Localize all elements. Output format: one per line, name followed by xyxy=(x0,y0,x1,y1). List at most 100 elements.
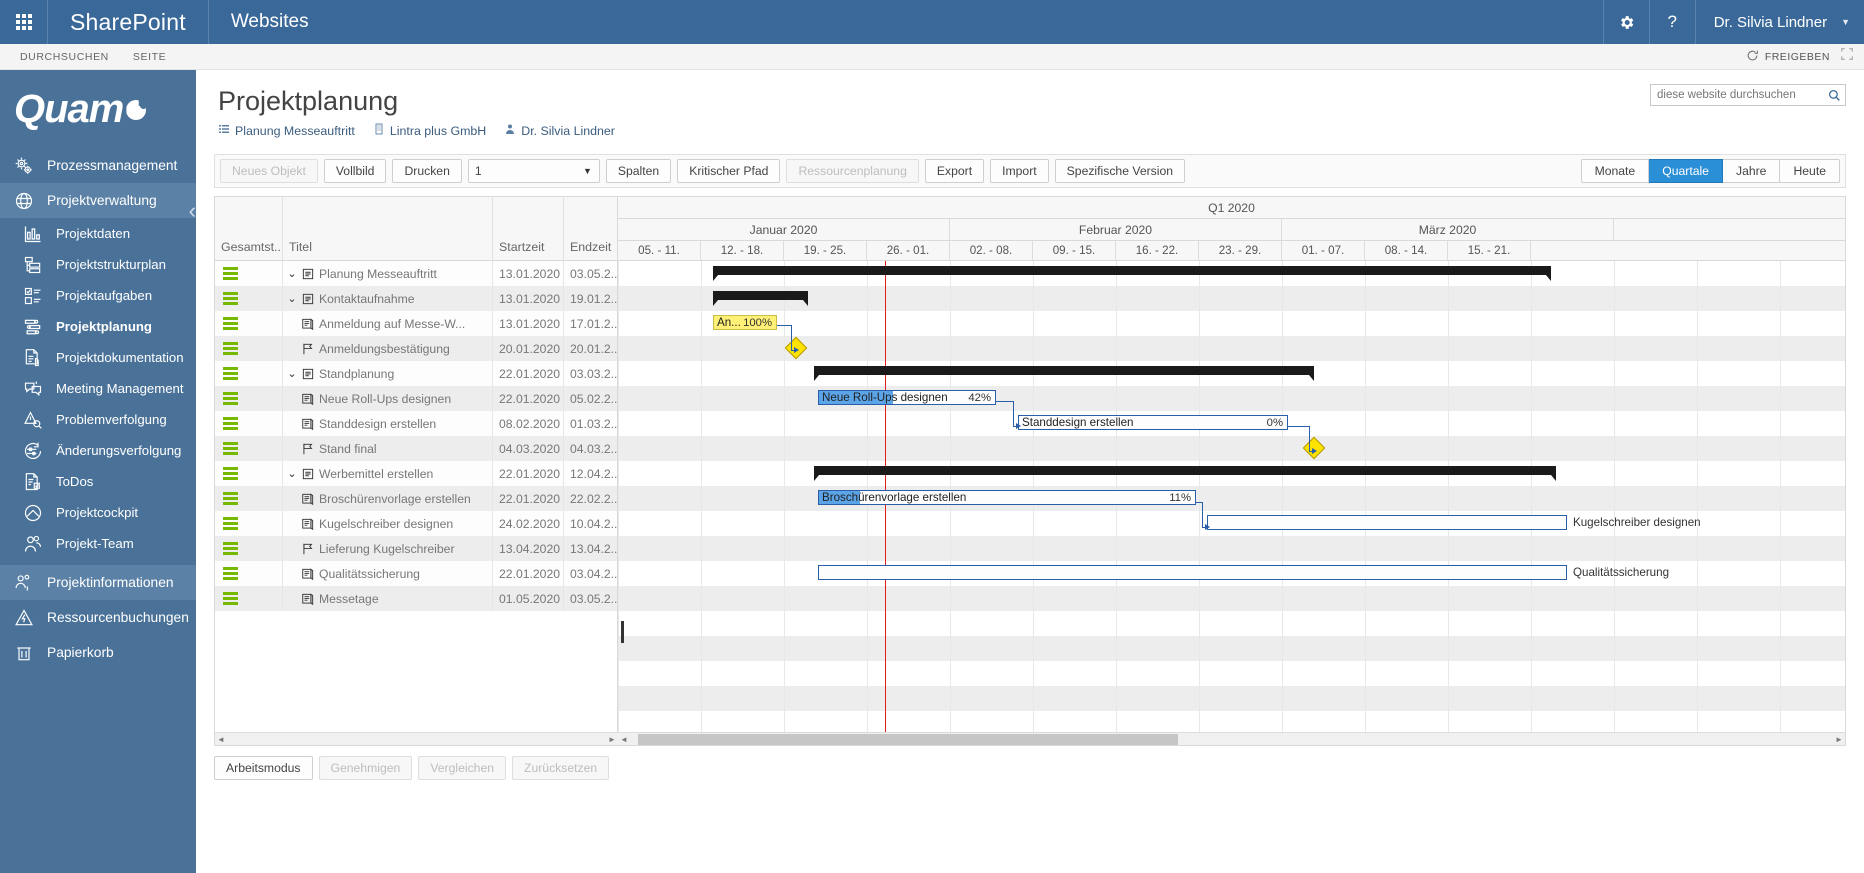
breadcrumb-item-company[interactable]: Lintra plus GmbH xyxy=(373,123,486,138)
resource-planning-button[interactable]: Ressourcenplanung xyxy=(786,159,918,183)
table-row[interactable]: ⌄Planung Messeauftritt13.01.202003.05.2.… xyxy=(215,261,617,286)
app-launcher-icon[interactable] xyxy=(0,0,48,44)
approve-button[interactable]: Genehmigen xyxy=(319,756,413,780)
help-icon[interactable]: ? xyxy=(1649,0,1695,44)
gantt-summary-bar[interactable] xyxy=(713,266,1551,275)
table-row[interactable]: ⌄Broschürenvorlage erstellen22.01.202022… xyxy=(215,486,617,511)
print-button[interactable]: Drucken xyxy=(392,159,461,183)
row-title-cell[interactable]: ⌄Kontaktaufnahme xyxy=(283,286,493,311)
sidebar-item-prozessmanagement[interactable]: Prozessmanagement xyxy=(0,148,196,183)
chevron-down-icon[interactable]: ⌄ xyxy=(287,367,297,380)
scroll-right-icon[interactable]: ► xyxy=(606,735,618,744)
export-button[interactable]: Export xyxy=(925,159,984,183)
scroll-left-icon[interactable]: ◄ xyxy=(618,735,630,744)
ribbon-tab-page[interactable]: SEITE xyxy=(121,51,178,63)
sidebar-item-problemverfolgung[interactable]: Problemverfolgung xyxy=(0,404,196,435)
sidebar-item-papierkorb[interactable]: Papierkorb xyxy=(0,635,196,670)
row-title-cell[interactable]: ⌄Broschürenvorlage erstellen xyxy=(283,486,493,511)
row-title-cell[interactable]: ⌄Werbemittel erstellen xyxy=(283,461,493,486)
column-header-start[interactable]: Startzeit xyxy=(493,197,564,260)
sidebar-item-nderungsverfolgung[interactable]: Änderungsverfolgung xyxy=(0,435,196,466)
table-row[interactable]: ⌄Standdesign erstellen08.02.202001.03.2.… xyxy=(215,411,617,436)
chart-scroll-thumb[interactable] xyxy=(638,734,1178,745)
version-select[interactable]: 1 ▼ xyxy=(468,159,600,183)
gantt-task-bar[interactable]: Neue Roll-Ups designen42% xyxy=(818,390,996,405)
table-row[interactable]: ⌄Kugelschreiber designen24.02.202010.04.… xyxy=(215,511,617,536)
scale-today-button[interactable]: Heute xyxy=(1780,159,1840,183)
gantt-summary-bar[interactable] xyxy=(713,291,808,300)
chevron-down-icon[interactable]: ⌄ xyxy=(287,292,297,305)
gantt-summary-bar[interactable] xyxy=(814,466,1556,475)
sidebar-item-projektverwaltung[interactable]: Projektverwaltung xyxy=(0,183,196,218)
sidebar-item-ressourcenbuchungen[interactable]: Ressourcenbuchungen xyxy=(0,600,196,635)
column-header-title[interactable]: Titel xyxy=(283,197,493,260)
sidebar-item-todos[interactable]: ToDos xyxy=(0,466,196,497)
sidebar-item-projektdaten[interactable]: Projektdaten xyxy=(0,218,196,249)
grid-scroll-track[interactable] xyxy=(227,733,606,746)
table-row[interactable]: ⌄Kontaktaufnahme13.01.202019.01.2... xyxy=(215,286,617,311)
critical-path-button[interactable]: Kritischer Pfad xyxy=(677,159,780,183)
sidebar-collapse-icon[interactable]: ‹ xyxy=(189,200,196,222)
search-input[interactable] xyxy=(1651,89,1823,101)
table-row[interactable]: ⌄Anmeldung auf Messe-W...13.01.202017.01… xyxy=(215,311,617,336)
table-row[interactable]: ⌄Qualitätssicherung22.01.202003.04.2... xyxy=(215,561,617,586)
work-mode-button[interactable]: Arbeitsmodus xyxy=(214,756,313,780)
gantt-chart-body[interactable]: An...100% Neue Roll-Ups designen42% Standd… xyxy=(618,261,1845,732)
sidebar-item-projektstrukturplan[interactable]: Projektstrukturplan xyxy=(0,249,196,280)
scroll-right-icon[interactable]: ► xyxy=(1833,735,1845,744)
reset-button[interactable]: Zurücksetzen xyxy=(512,756,609,780)
search-icon[interactable] xyxy=(1823,89,1845,102)
ribbon-tab-browse[interactable]: DURCHSUCHEN xyxy=(8,51,121,63)
table-row[interactable]: ⌄Messetage01.05.202003.05.2... xyxy=(215,586,617,611)
gantt-task-bar[interactable]: An...100% xyxy=(713,315,777,330)
gantt-task-bar[interactable]: Kugelschreiber designen xyxy=(1207,515,1567,530)
chart-scroll-track[interactable] xyxy=(630,733,1833,746)
scale-quarters-button[interactable]: Quartale xyxy=(1649,159,1723,183)
row-title-cell[interactable]: ⌄Kugelschreiber designen xyxy=(283,511,493,536)
scale-years-button[interactable]: Jahre xyxy=(1723,159,1781,183)
columns-button[interactable]: Spalten xyxy=(606,159,671,183)
chart-horizontal-scrollbar[interactable]: ◄ ► xyxy=(618,732,1845,745)
table-row[interactable]: ⌄Stand final04.03.202004.03.2... xyxy=(215,436,617,461)
chevron-down-icon[interactable]: ⌄ xyxy=(287,467,297,480)
breadcrumb-item-project[interactable]: Planung Messeauftritt xyxy=(218,123,355,138)
table-row[interactable]: ⌄Anmeldungsbestätigung20.01.202020.01.2.… xyxy=(215,336,617,361)
row-title-cell[interactable]: ⌄Standplanung xyxy=(283,361,493,386)
site-name[interactable]: Websites xyxy=(209,0,331,44)
sidebar-item-projekt-team[interactable]: Projekt-Team xyxy=(0,528,196,559)
sidebar-item-projektcockpit[interactable]: Projektcockpit xyxy=(0,497,196,528)
row-title-cell[interactable]: ⌄Neue Roll-Ups designen xyxy=(283,386,493,411)
row-title-cell[interactable]: ⌄Messetage xyxy=(283,586,493,611)
row-title-cell[interactable]: ⌄Anmeldungsbestätigung xyxy=(283,336,493,361)
row-title-cell[interactable]: ⌄Stand final xyxy=(283,436,493,461)
row-title-cell[interactable]: ⌄Anmeldung auf Messe-W... xyxy=(283,311,493,336)
compare-button[interactable]: Vergleichen xyxy=(418,756,506,780)
sharepoint-brand[interactable]: SharePoint xyxy=(48,0,209,44)
user-menu[interactable]: Dr. Silvia Lindner ▼ xyxy=(1695,0,1864,44)
column-header-status[interactable]: Gesamtst... xyxy=(215,197,283,260)
gantt-summary-bar[interactable] xyxy=(814,366,1314,375)
row-title-cell[interactable]: ⌄Planung Messeauftritt xyxy=(283,261,493,286)
fullscreen-button[interactable]: Vollbild xyxy=(324,159,387,183)
table-row[interactable]: ⌄Werbemittel erstellen22.01.202012.04.2.… xyxy=(215,461,617,486)
table-row[interactable]: ⌄Standplanung22.01.202003.03.2... xyxy=(215,361,617,386)
table-row[interactable]: ⌄Neue Roll-Ups designen22.01.202005.02.2… xyxy=(215,386,617,411)
gantt-task-bar[interactable]: Standdesign erstellen0% xyxy=(1018,415,1288,430)
scale-months-button[interactable]: Monate xyxy=(1581,159,1650,183)
gear-icon[interactable] xyxy=(1603,0,1649,44)
table-row[interactable]: ⌄Lieferung Kugelschreiber13.04.202013.04… xyxy=(215,536,617,561)
row-title-cell[interactable]: ⌄Lieferung Kugelschreiber xyxy=(283,536,493,561)
sidebar-item-projektaufgaben[interactable]: Projektaufgaben xyxy=(0,280,196,311)
focus-on-content-icon[interactable] xyxy=(1840,47,1854,66)
specific-version-button[interactable]: Spezifische Version xyxy=(1055,159,1185,183)
sidebar-item-projektdokumentation[interactable]: Projektdokumentation xyxy=(0,342,196,373)
row-title-cell[interactable]: ⌄Standdesign erstellen xyxy=(283,411,493,436)
scroll-left-icon[interactable]: ◄ xyxy=(215,735,227,744)
share-button[interactable]: FREIGEBEN xyxy=(1746,49,1830,65)
sidebar-item-projektplanung[interactable]: Projektplanung xyxy=(0,311,196,342)
grid-horizontal-scrollbar[interactable]: ◄ ► xyxy=(215,732,618,745)
breadcrumb-item-person[interactable]: Dr. Silvia Lindner xyxy=(504,123,615,138)
column-header-end[interactable]: Endzeit xyxy=(564,197,617,260)
import-button[interactable]: Import xyxy=(990,159,1049,183)
search-box[interactable] xyxy=(1650,84,1846,106)
